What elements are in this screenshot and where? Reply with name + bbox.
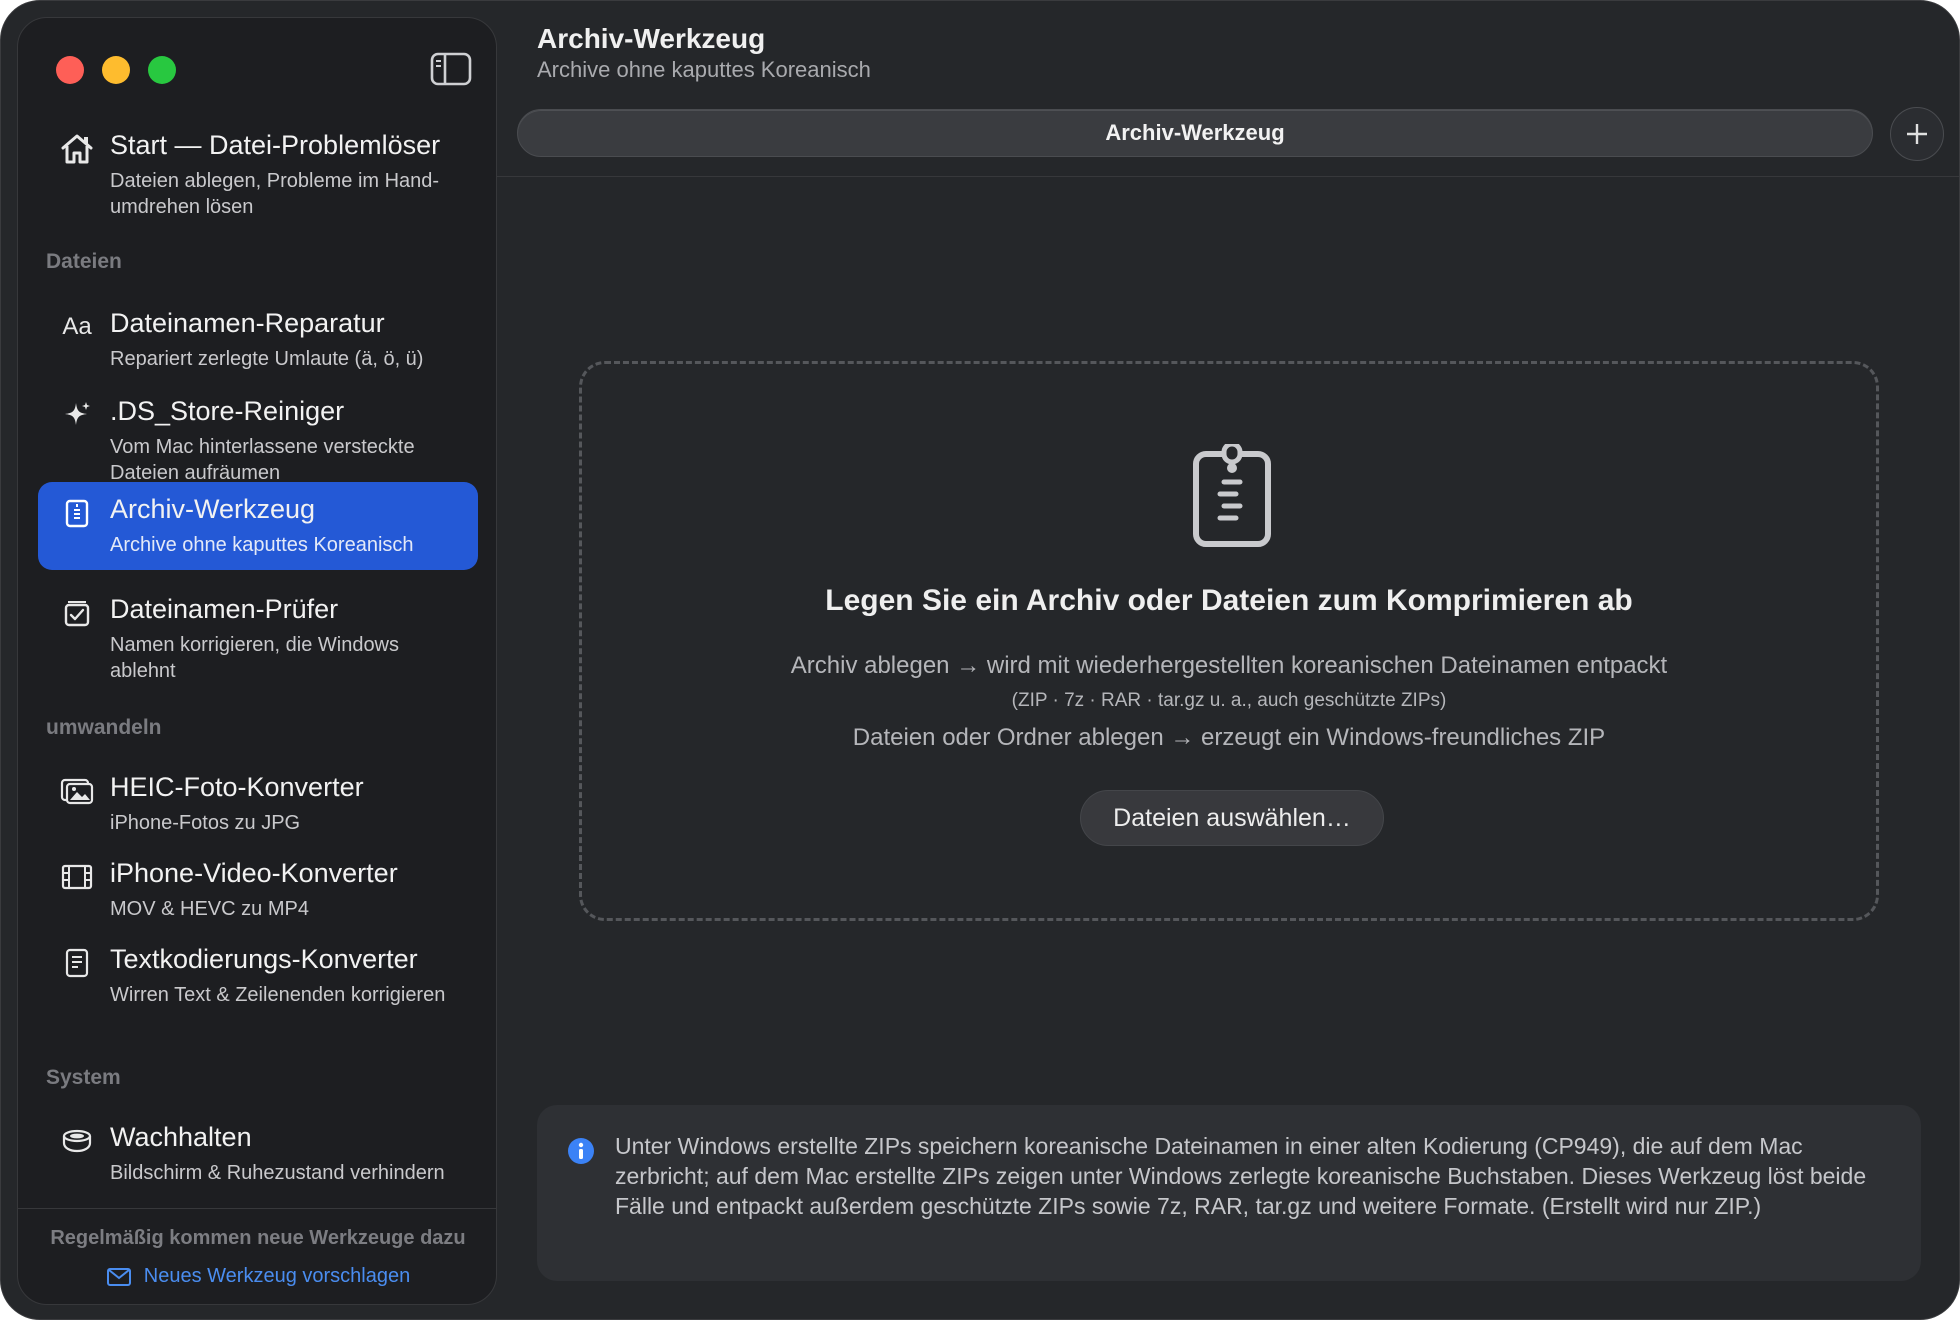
sidebar-item-subtitle: Wirren Text & Zeilenenden korrigieren (110, 984, 446, 1006)
zip-archive-icon (1193, 444, 1271, 547)
sidebar-item-wachhalten[interactable]: Wachhalten Bildschirm & Ruhezustand verh… (38, 1110, 478, 1206)
zoom-window-button[interactable] (148, 56, 176, 84)
window-controls (56, 56, 176, 84)
info-text: Unter Windows erstellte ZIPs speichern k… (615, 1133, 1867, 1219)
envelope-icon (106, 1267, 131, 1286)
minimize-window-button[interactable] (102, 56, 130, 84)
sidebar-item-title: Textkodierungs-Konverter (110, 944, 418, 974)
sidebar-item-title: Archiv-Werkzeug (110, 494, 316, 524)
sidebar-item-title: HEIC-Foto-Konverter (110, 772, 364, 802)
drop-zone-extract-hint: Archiv ablegen → wird mit wiederhergeste… (790, 652, 1668, 679)
document-icon (60, 946, 94, 980)
sidebar-item-home[interactable]: Start — Datei-Problemlöser Dateien ableg… (38, 118, 478, 218)
sidebar-toggle-icon[interactable] (430, 52, 472, 86)
suggest-tool-link[interactable]: Neues Werkzeug vorschlagen (18, 1265, 496, 1288)
sidebar-item-dateinamen-pruefer[interactable]: Dateinamen-Prüfer Namen korrigieren, die… (38, 582, 478, 682)
coffee-cup-icon (60, 1124, 94, 1158)
plus-icon (1907, 124, 1927, 144)
tab-archiv-werkzeug[interactable]: Archiv-Werkzeug (517, 109, 1873, 157)
drop-zone-title: Legen Sie ein Archiv oder Dateien zum Ko… (825, 584, 1633, 617)
sidebar-item-subtitle: Namen korrigieren, die Windows ablehnt (110, 634, 400, 682)
checklist-icon (60, 596, 94, 630)
section-label-system: System (46, 1066, 121, 1089)
sparkle-icon (60, 398, 94, 432)
house-icon (60, 132, 94, 166)
sidebar-item-title: .DS_Store-Reiniger (110, 396, 345, 426)
zip-archive-icon (60, 496, 94, 530)
drop-zone[interactable]: Legen Sie ein Archiv oder Dateien zum Ko… (579, 361, 1879, 921)
sidebar-item-subtitle: Vom Mac hinterlassene versteckte Dateien… (110, 436, 415, 484)
choose-files-button[interactable]: Dateien auswählen… (1080, 790, 1384, 846)
sidebar-item-title: Start — Datei-Problemlöser (110, 130, 441, 160)
close-window-button[interactable] (56, 56, 84, 84)
page-subtitle: Archive ohne kaputtes Koreanisch (537, 57, 871, 82)
sidebar-item-subtitle: MOV & HEVC zu MP4 (110, 898, 309, 920)
sidebar-item-subtitle: Bildschirm & Ruhezustand verhindern (110, 1162, 445, 1184)
section-label-dateien: Dateien (46, 250, 122, 273)
sidebar-item-title: Dateinamen-Prüfer (110, 594, 339, 624)
sidebar-item-textkodierungs-konverter[interactable]: Textkodierungs-Konverter Wirren Text & Z… (38, 932, 478, 1032)
info-icon (568, 1138, 594, 1164)
sidebar-item-subtitle: iPhone-Fotos zu JPG (110, 812, 301, 834)
add-tab-button[interactable] (1890, 107, 1944, 161)
sidebar: Start — Datei-Problemlöser Dateien ableg… (17, 17, 497, 1305)
sidebar-item-title: Dateinamen-Reparatur (110, 308, 385, 338)
suggest-tool-label: Neues Werkzeug vorschlagen (143, 1265, 411, 1287)
page-title: Archiv-Werkzeug (537, 23, 766, 54)
drop-zone-formats: (ZIP · 7z · RAR · tar.gz u. a., auch ges… (1011, 690, 1447, 711)
footer-note: Regelmäßig kommen neue Werkzeuge dazu (50, 1227, 466, 1249)
sidebar-item-title: Wachhalten (110, 1122, 252, 1152)
sidebar-item-ds-store-reiniger[interactable]: .DS_Store-Reiniger Vom Mac hinterlassene… (38, 384, 478, 484)
sidebar-item-archiv-werkzeug[interactable]: Archiv-Werkzeug Archive ohne kaputtes Ko… (38, 482, 478, 570)
photos-icon (60, 774, 94, 808)
sidebar-footer: Regelmäßig kommen neue Werkzeuge dazu Ne… (18, 1208, 496, 1304)
app-window: Start — Datei-Problemlöser Dateien ableg… (0, 0, 1960, 1320)
section-label-umwandeln: umwandeln (46, 716, 162, 739)
sidebar-item-iphone-video-konverter[interactable]: iPhone-Video-Konverter MOV & HEVC zu MP4 (38, 846, 478, 924)
sidebar-item-subtitle: Archive ohne kaputtes Koreanisch (110, 534, 414, 556)
drop-zone-compress-hint: Dateien oder Ordner ablegen → erzeugt ei… (852, 724, 1606, 751)
sidebar-item-dateinamen-reparatur[interactable]: Aa Dateinamen-Reparatur Repariert zerleg… (38, 296, 478, 374)
tab-bar: Archiv-Werkzeug (497, 101, 1959, 177)
sidebar-item-subtitle: Repariert zerlegte Umlaute (ä, ö, ü) (110, 348, 424, 370)
font-aa-icon: Aa (62, 313, 92, 340)
film-icon (60, 860, 94, 894)
sidebar-item-subtitle: Dateien ablegen, Probleme im Hand-umdreh… (110, 170, 440, 218)
info-box: Unter Windows erstellte ZIPs speichern k… (537, 1105, 1921, 1281)
sidebar-item-title: iPhone-Video-Konverter (110, 858, 398, 888)
sidebar-item-heic-foto-konverter[interactable]: HEIC-Foto-Konverter iPhone-Fotos zu JPG (38, 760, 478, 838)
